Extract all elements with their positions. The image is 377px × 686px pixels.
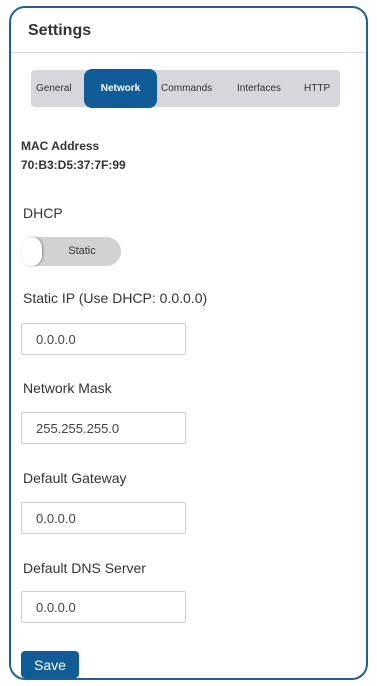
static-ip-input[interactable] <box>21 323 186 355</box>
default-gateway-input[interactable] <box>21 502 186 534</box>
network-mask-label: Network Mask <box>23 380 112 396</box>
dhcp-toggle-label: Static <box>68 245 96 257</box>
save-button[interactable]: Save <box>21 651 79 678</box>
static-ip-label: Static IP (Use DHCP: 0.0.0.0) <box>23 290 208 306</box>
default-dns-label: Default DNS Server <box>23 560 146 576</box>
default-gateway-label: Default Gateway <box>23 470 127 486</box>
tab-bar: General Network Commands Interfaces HTTP <box>31 69 340 108</box>
tab-general[interactable]: General <box>36 70 72 107</box>
tab-http[interactable]: HTTP <box>304 70 330 107</box>
title-divider <box>11 52 366 53</box>
mac-address-label: MAC Address <box>21 139 100 153</box>
tab-commands[interactable]: Commands <box>161 70 212 107</box>
panel-title: Settings <box>28 22 92 39</box>
dhcp-label: DHCP <box>23 205 63 221</box>
dhcp-toggle[interactable]: Static <box>21 237 121 266</box>
network-mask-input[interactable] <box>21 412 186 444</box>
default-dns-input[interactable] <box>21 591 186 623</box>
mac-address-value: 70:B3:D5:37:7F:99 <box>21 158 126 172</box>
tab-network[interactable]: Network <box>84 69 157 108</box>
toggle-knob <box>21 237 42 266</box>
tab-interfaces[interactable]: Interfaces <box>237 70 281 107</box>
